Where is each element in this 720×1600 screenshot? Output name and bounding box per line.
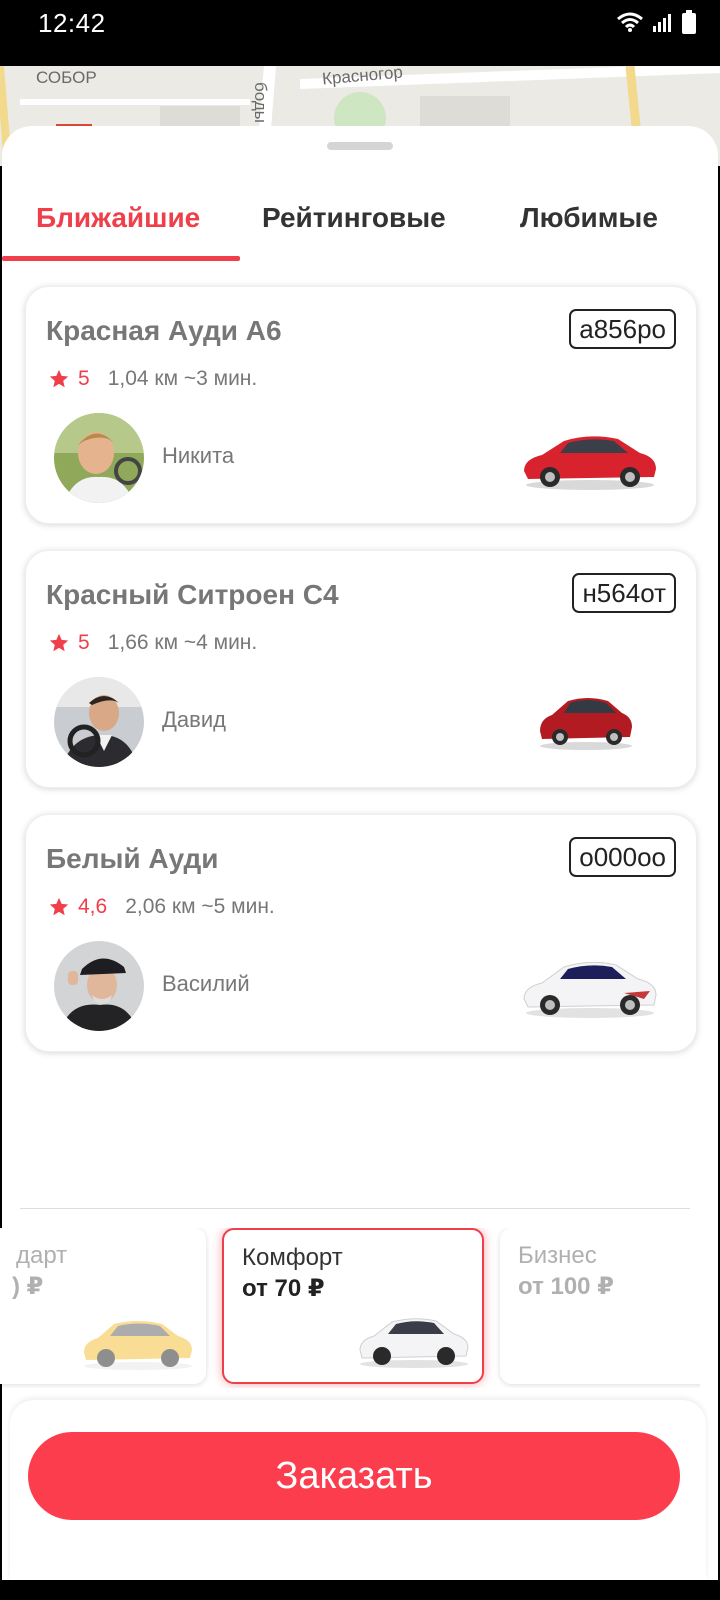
rating-row: 5 1,66 км ~4 мин. [48,631,257,655]
driver-avatar [54,413,144,503]
tariff-selector[interactable]: дарт ) ₽ Комфорт от 70 ₽ Бизнес от 100 ₽ [0,1228,700,1388]
driver-card[interactable]: Красная Ауди А6 а856ро 5 1,04 км ~3 мин.… [25,286,697,524]
driver-tabs: Ближайшие Рейтинговые Любимые [2,186,718,262]
car-image [524,436,656,490]
car-model: Красная Ауди А6 [46,315,282,346]
taxi-car-icon [84,1321,192,1370]
distance-eta: 2,06 км ~5 мин. [125,895,275,918]
wifi-icon [617,12,643,32]
divider [20,1208,690,1209]
tariff-price: ) ₽ [12,1273,44,1300]
status-icons [616,10,696,34]
star-icon [49,897,69,916]
tariff-card-business[interactable]: Бизнес от 100 ₽ [500,1228,700,1384]
distance-eta: 1,66 км ~4 мин. [107,631,258,654]
tariff-name: дарт [16,1242,68,1269]
star-icon [49,633,69,652]
driver-avatar [54,677,144,767]
driver-rating: 5 [78,631,90,654]
license-plate: а856ро [569,309,676,349]
rating-row: 5 1,04 км ~3 мин. [48,367,257,391]
distance-eta: 1,04 км ~3 мин. [107,367,258,390]
tariff-name: Бизнес [518,1242,597,1269]
active-tab-indicator [2,256,240,261]
driver-name: Давид [162,707,226,732]
car-image [523,961,657,1018]
driver-card[interactable]: Красный Ситроен С4 н564от 5 1,66 км ~4 м… [25,550,697,788]
tab-favorites[interactable]: Любимые [520,202,658,234]
rating-row: 4,6 2,06 км ~5 мин. [48,895,275,919]
status-bar: 12:42 [0,0,720,66]
cellular-signal-icon [653,14,671,32]
map-label: СОБОР [36,68,97,87]
star-icon [49,369,69,388]
status-time: 12:42 [38,8,106,38]
license-plate: о000оо [569,837,676,877]
comfort-car-icon [359,1318,469,1368]
tariff-price: от 100 ₽ [518,1273,614,1300]
car-image [540,698,632,750]
driver-name: Никита [162,443,235,468]
driver-rating: 5 [78,367,90,390]
driver-rating: 4,6 [78,895,108,918]
battery-icon [682,10,696,34]
sheet-drag-handle[interactable] [327,142,393,150]
order-button[interactable]: Заказать [28,1432,680,1520]
map-label: боды [251,82,270,123]
tab-top-rated[interactable]: Рейтинговые [262,202,446,234]
tariff-name: Комфорт [242,1244,343,1271]
tariff-price: от 70 ₽ [242,1275,325,1302]
driver-avatar [54,941,144,1031]
car-model: Белый Ауди [46,843,219,874]
car-model: Красный Ситроен С4 [46,579,339,610]
driver-name: Василий [162,971,250,996]
system-nav-bar [0,1580,720,1600]
tariff-card-standard[interactable]: дарт ) ₽ [0,1228,206,1384]
license-plate: н564от [572,573,676,613]
tariff-card-comfort[interactable]: Комфорт от 70 ₽ [222,1228,484,1384]
driver-card[interactable]: Белый Ауди о000оо 4,6 2,06 км ~5 мин. Ва… [25,814,697,1052]
tab-nearest[interactable]: Ближайшие [36,202,200,234]
